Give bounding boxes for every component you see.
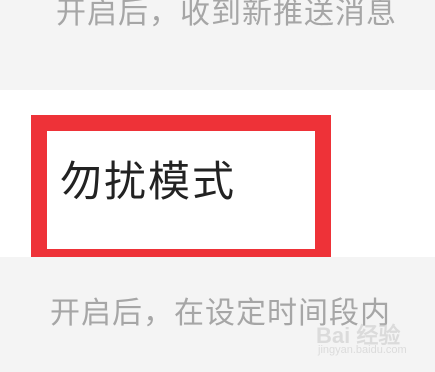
baidu-jingyan-watermark: Bai 经验 jingyan.baidu.com	[316, 318, 430, 358]
top-section: 开启后，收到新推送消息	[0, 0, 435, 90]
do-not-disturb-label: 勿扰模式	[60, 157, 237, 206]
previous-setting-description: 开启后，收到新推送消息	[56, 0, 397, 31]
watermark-url: jingyan.baidu.com	[318, 344, 407, 356]
